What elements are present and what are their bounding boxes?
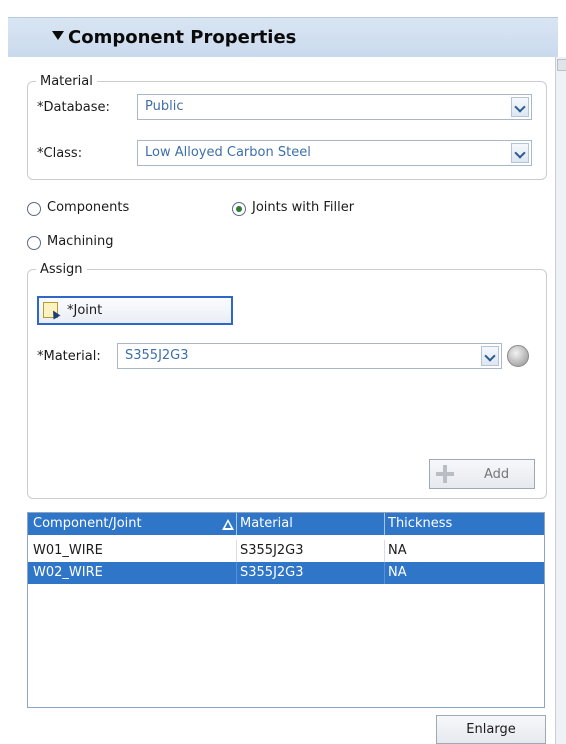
database-label: *Database: <box>37 100 110 115</box>
assign-material-dropdown-button[interactable] <box>481 346 499 366</box>
cell-thickness: NA <box>388 543 407 558</box>
cell-component: W01_WIRE <box>33 543 103 558</box>
scroll-up-icon[interactable] <box>557 59 566 71</box>
cell-separator <box>236 562 237 584</box>
add-button-label: Add <box>484 467 510 482</box>
assign-material-label: *Material: <box>37 349 101 364</box>
radio-components-label[interactable]: Components <box>47 200 129 215</box>
joint-select-button[interactable]: *Joint <box>37 296 233 325</box>
class-dropdown-button[interactable] <box>511 143 529 163</box>
assign-material-select[interactable]: S355J2G3 <box>117 343 502 369</box>
table-row[interactable]: W01_WIRE S355J2G3 NA <box>28 540 544 562</box>
cell-separator <box>236 540 237 562</box>
vertical-scrollbar[interactable] <box>555 57 566 744</box>
section-header[interactable]: Component Properties <box>8 17 558 58</box>
chevron-down-icon <box>484 350 496 362</box>
database-select[interactable]: Public <box>137 94 532 120</box>
cell-separator <box>384 540 385 562</box>
column-separator[interactable] <box>236 513 237 535</box>
column-header-material[interactable]: Material <box>240 516 293 531</box>
plus-icon <box>436 465 454 483</box>
assignment-table[interactable]: Component/Joint Material Thickness W01_W… <box>27 512 545 708</box>
table-row-selected[interactable]: W02_WIRE S355J2G3 NA <box>28 562 544 584</box>
cell-material: S355J2G3 <box>240 543 304 558</box>
chevron-down-icon <box>514 147 526 159</box>
column-header-component[interactable]: Component/Joint <box>33 516 142 531</box>
table-header: Component/Joint Material Thickness <box>28 513 544 535</box>
top-strip <box>0 0 566 10</box>
section-title: Component Properties <box>68 27 297 48</box>
triangle-down-icon[interactable] <box>52 31 64 40</box>
assign-legend: Assign <box>40 262 83 277</box>
database-value: Public <box>145 99 184 114</box>
class-select[interactable]: Low Alloyed Carbon Steel <box>137 140 532 166</box>
radio-selected-dot <box>236 206 242 212</box>
enlarge-button[interactable]: Enlarge <box>436 715 546 744</box>
radio-components[interactable] <box>27 202 41 216</box>
cell-material: S355J2G3 <box>240 565 304 580</box>
radio-machining[interactable] <box>27 236 41 250</box>
column-header-thickness[interactable]: Thickness <box>388 516 452 531</box>
warning-icon <box>222 519 234 530</box>
cell-component: W02_WIRE <box>33 565 103 580</box>
database-dropdown-button[interactable] <box>511 97 529 117</box>
joint-select-icon <box>43 302 58 318</box>
radio-joints-with-filler[interactable] <box>232 202 246 216</box>
cell-separator <box>384 562 385 584</box>
assign-material-value: S355J2G3 <box>125 348 189 363</box>
radio-machining-label[interactable]: Machining <box>47 234 114 249</box>
joint-button-label: *Joint <box>67 303 103 318</box>
radio-joints-with-filler-label[interactable]: Joints with Filler <box>252 200 354 215</box>
enlarge-button-label: Enlarge <box>466 722 516 737</box>
class-value: Low Alloyed Carbon Steel <box>145 145 311 160</box>
column-separator[interactable] <box>384 513 385 535</box>
class-label: *Class: <box>37 146 83 161</box>
material-legend: Material <box>40 74 93 89</box>
globe-icon[interactable] <box>507 345 529 367</box>
add-button[interactable]: Add <box>429 459 535 489</box>
chevron-down-icon <box>514 101 526 113</box>
cell-thickness: NA <box>388 565 407 580</box>
